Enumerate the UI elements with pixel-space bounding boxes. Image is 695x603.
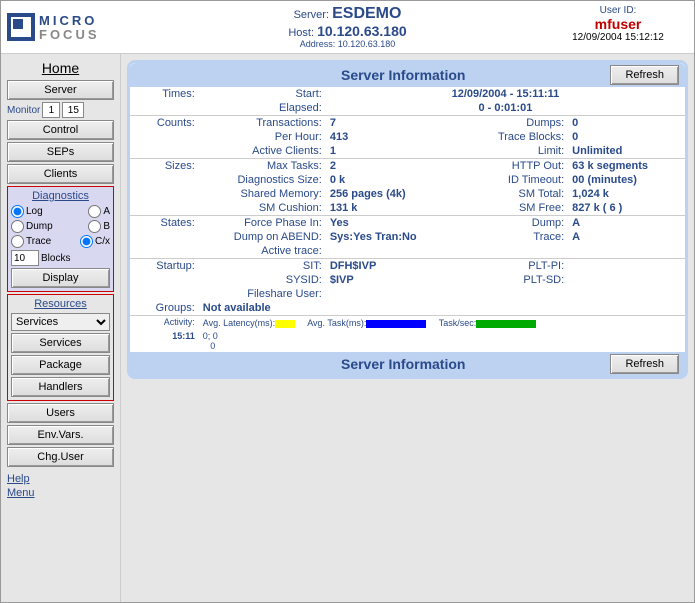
address-value: Address: 10.120.63.180	[147, 39, 548, 49]
radio-trace[interactable]: Trace	[11, 235, 51, 248]
package-button[interactable]: Package	[11, 355, 110, 375]
radio-cx[interactable]: C/x	[80, 235, 110, 248]
chguser-button[interactable]: Chg.User	[7, 447, 114, 467]
svg-text:MICRO: MICRO	[39, 13, 97, 28]
sidebar: Home Server Monitor Control SEPs Clients…	[1, 54, 121, 602]
resources-title[interactable]: Resources	[11, 298, 110, 310]
panel-title-bottom: Server Information	[136, 356, 610, 372]
diagnostics-title[interactable]: Diagnostics	[11, 190, 110, 202]
services-button[interactable]: Services	[11, 333, 110, 353]
radio-log[interactable]: Log	[11, 205, 43, 218]
home-link[interactable]: Home	[7, 60, 114, 76]
radio-b[interactable]: B	[88, 220, 110, 233]
seps-button[interactable]: SEPs	[7, 142, 114, 162]
monitor-row: Monitor	[7, 102, 114, 118]
radio-a[interactable]: A	[88, 205, 110, 218]
users-button[interactable]: Users	[7, 403, 114, 423]
server-name: Server: ESDEMO	[147, 5, 548, 23]
refresh-button-bottom[interactable]: Refresh	[610, 354, 679, 374]
logo: MICRO FOCUS	[7, 5, 147, 49]
latency-bar	[275, 320, 295, 328]
help-link[interactable]: Help	[7, 473, 114, 485]
svg-text:FOCUS: FOCUS	[39, 27, 100, 42]
menu-link[interactable]: Menu	[7, 487, 114, 499]
task-bar	[366, 320, 426, 328]
refresh-button-top[interactable]: Refresh	[610, 65, 679, 85]
blocks-input[interactable]	[11, 250, 39, 266]
group-times: Times:	[130, 87, 199, 101]
time-bucket: 15:11	[130, 330, 199, 352]
server-info-panel: Server Information Refresh Times: Start:…	[127, 60, 688, 379]
userid-label: User ID:	[548, 5, 688, 16]
radio-dump[interactable]: Dump	[11, 220, 53, 233]
monitor-input-1[interactable]	[42, 102, 60, 118]
group-groups: Groups:	[130, 301, 199, 316]
blocks-label: Blocks	[41, 253, 70, 264]
envvars-button[interactable]: Env.Vars.	[7, 425, 114, 445]
control-button[interactable]: Control	[7, 120, 114, 140]
monitor-input-2[interactable]	[62, 102, 84, 118]
handlers-button[interactable]: Handlers	[11, 377, 110, 397]
title-bar-top: Server Information Refresh	[130, 63, 685, 87]
display-button[interactable]: Display	[11, 268, 110, 288]
content-area: Server Information Refresh Times: Start:…	[121, 54, 694, 602]
group-counts: Counts:	[130, 116, 199, 131]
monitor-label: Monitor	[7, 105, 40, 116]
group-sizes: Sizes:	[130, 159, 199, 174]
info-table: Times: Start: 12/09/2004 - 15:11:11 Elap…	[130, 87, 685, 352]
group-startup: Startup:	[130, 259, 199, 274]
page-header: MICRO FOCUS Server: ESDEMO Host: 10.120.…	[1, 1, 694, 54]
resources-box: Resources Services Services Package Hand…	[7, 294, 114, 401]
clients-button[interactable]: Clients	[7, 164, 114, 184]
group-states: States:	[130, 216, 199, 231]
title-bar-bottom: Server Information Refresh	[130, 352, 685, 376]
tasksec-bar	[476, 320, 536, 328]
resources-select[interactable]: Services	[11, 313, 110, 331]
userid-value: mfuser	[548, 16, 688, 32]
timestamp: 12/09/2004 15:12:12	[548, 32, 688, 43]
host-value: Host: 10.120.63.180	[147, 23, 548, 39]
server-button[interactable]: Server	[7, 80, 114, 100]
panel-title: Server Information	[136, 67, 610, 83]
diagnostics-box: Diagnostics Log A Dump B Trace C/x Block…	[7, 186, 114, 292]
group-activity: Activity:	[130, 316, 199, 331]
